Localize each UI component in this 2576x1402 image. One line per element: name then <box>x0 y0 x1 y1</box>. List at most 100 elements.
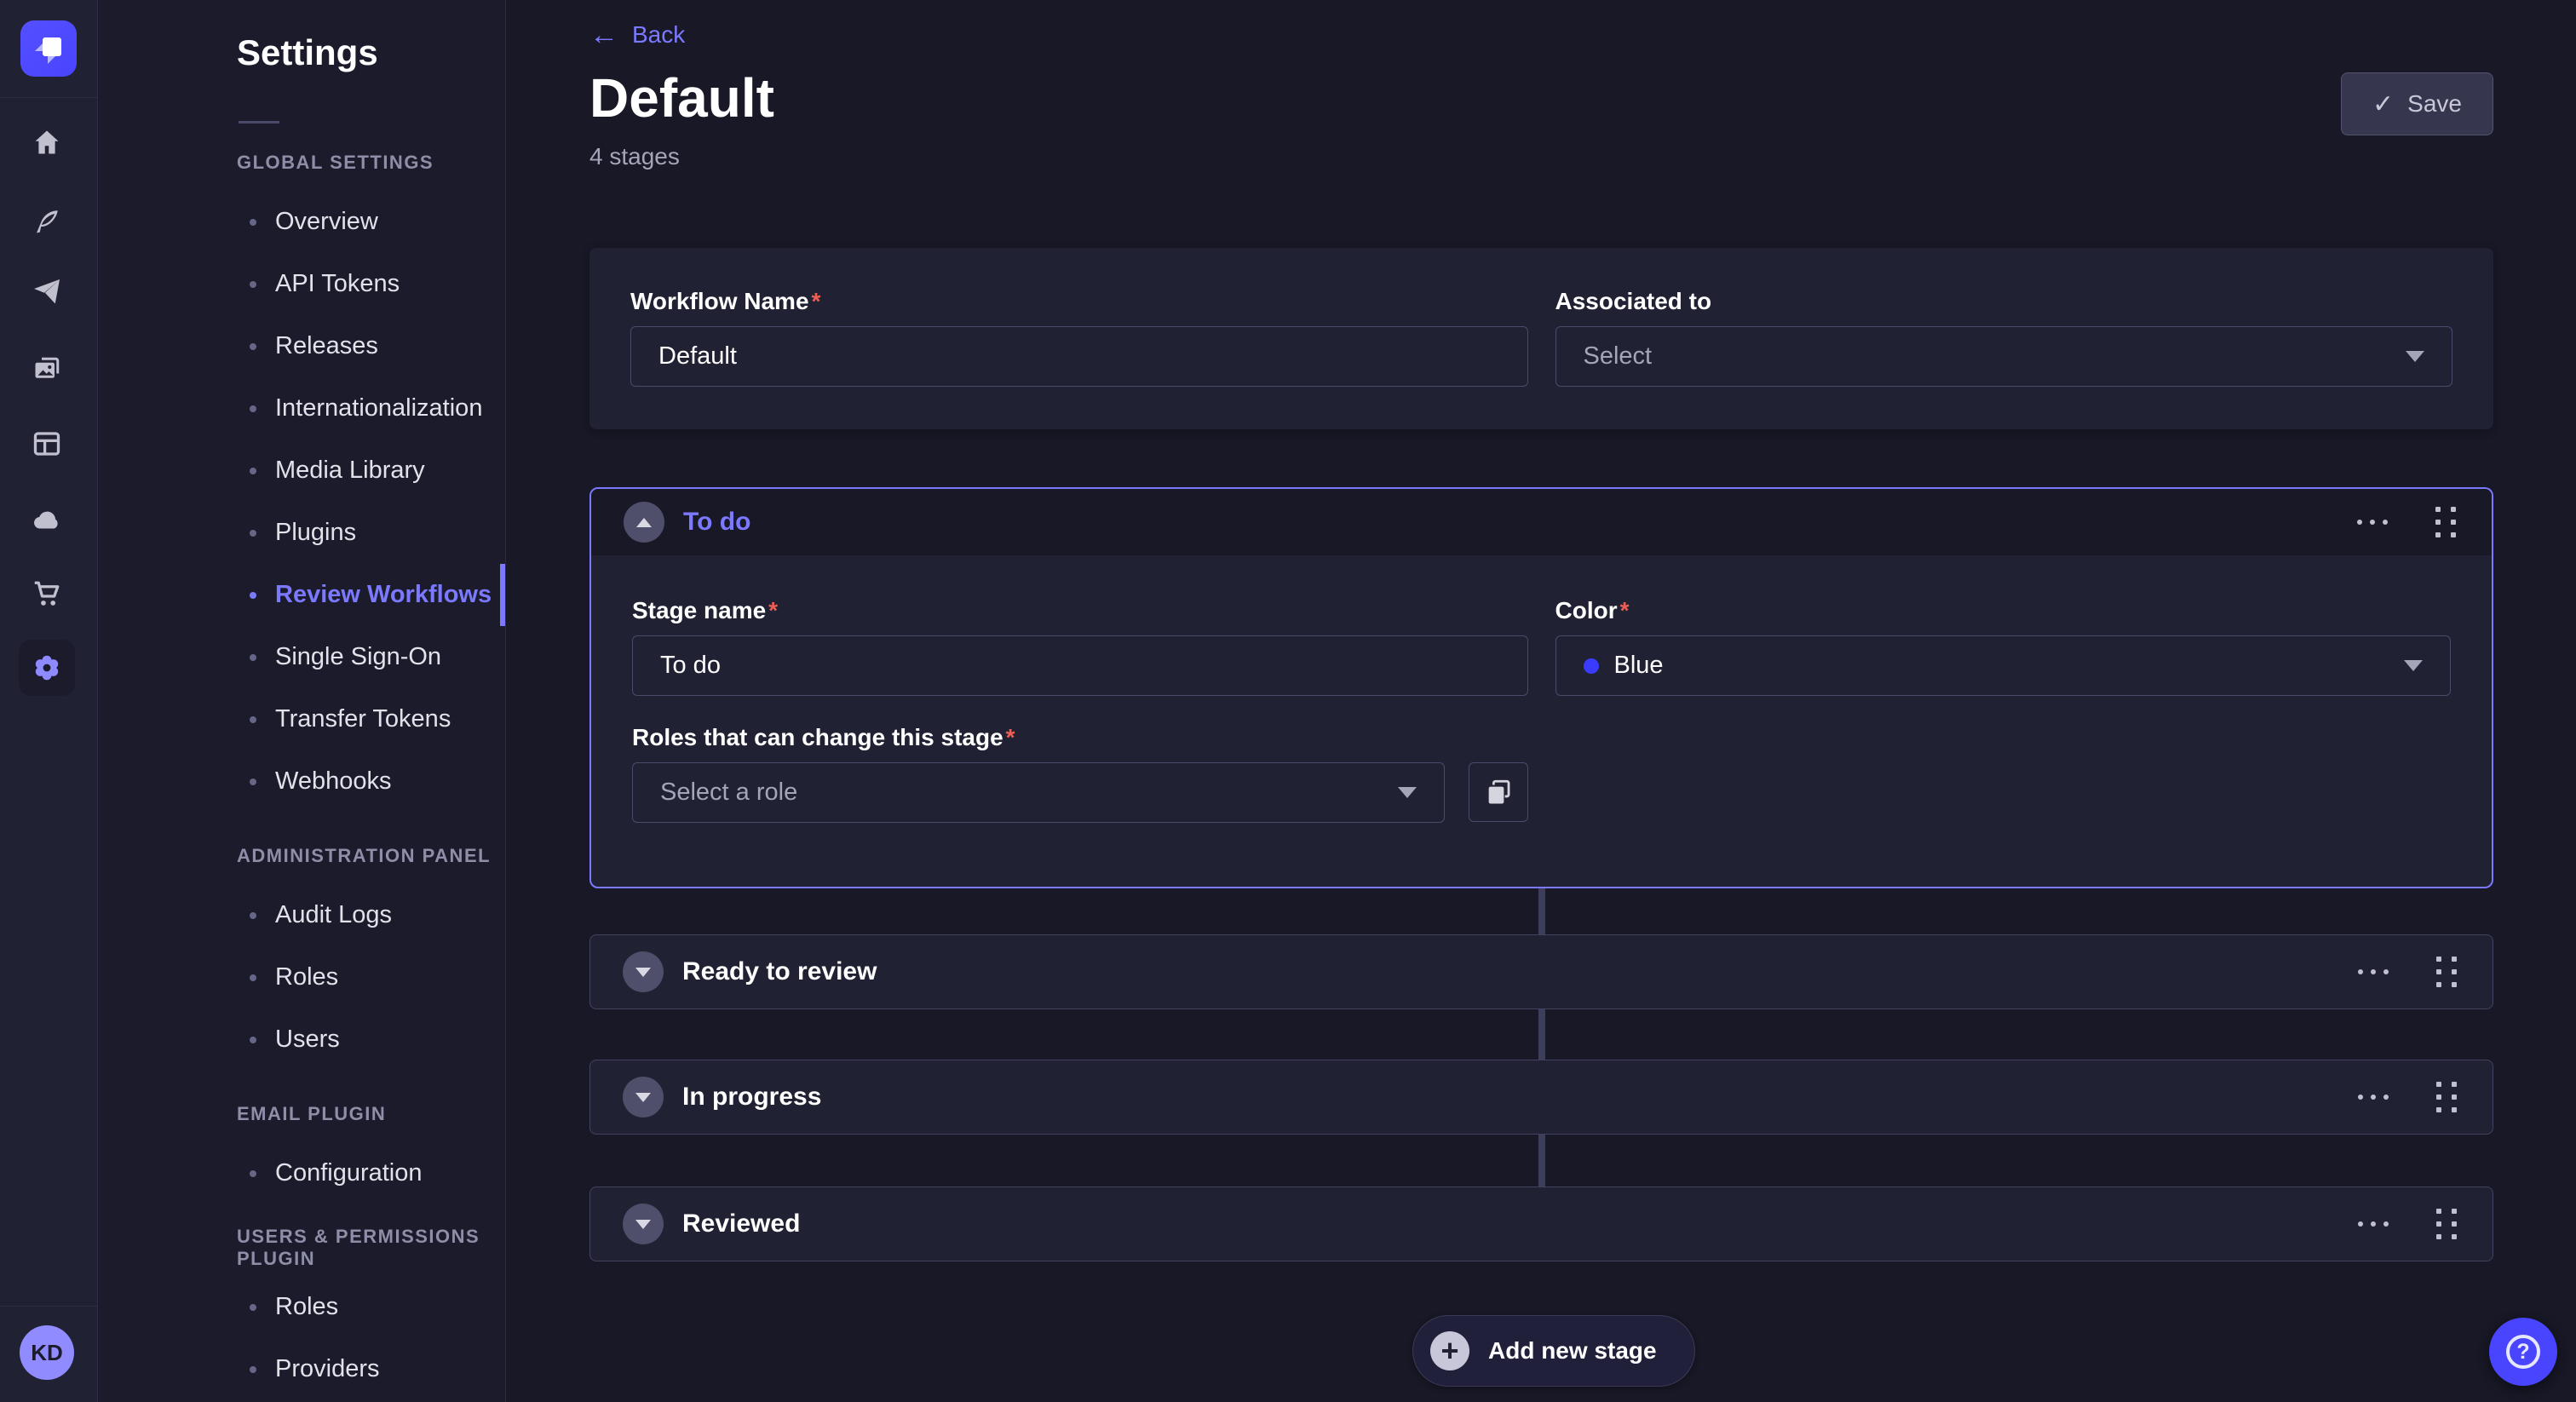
paper-plane-icon <box>32 277 62 307</box>
more-options-icon[interactable] <box>2352 514 2393 530</box>
stage-name-label: Stage name <box>632 596 766 625</box>
bullet-icon <box>250 530 256 537</box>
subnav-item-label: Review Workflows <box>275 581 492 609</box>
subnav-item-label: Internationalization <box>275 394 482 422</box>
subnav-item-label: Plugins <box>275 519 356 547</box>
user-avatar[interactable]: KD <box>20 1325 74 1380</box>
bullet-icon <box>250 405 256 412</box>
subnav-item-audit-logs[interactable]: Audit Logs <box>98 884 505 946</box>
required-asterisk: * <box>1006 723 1015 752</box>
subnav-item-review-workflows[interactable]: Review Workflows <box>98 564 505 626</box>
cart-icon <box>32 578 62 609</box>
subnav-list: GLOBAL SETTINGS Overview API Tokens Rele… <box>98 135 505 1400</box>
stage-title: In progress <box>682 1083 821 1112</box>
chevron-down-icon <box>2404 660 2423 671</box>
stage-panel-body: Stage name * Color * Blue <box>591 555 2492 823</box>
expand-stage-button[interactable] <box>623 951 664 992</box>
bullet-icon <box>250 1170 256 1177</box>
workflow-name-input[interactable] <box>630 326 1528 387</box>
more-options-icon[interactable] <box>2353 1216 2394 1232</box>
drag-handle-icon[interactable] <box>2433 1205 2460 1243</box>
subnav-item-admin-roles[interactable]: Roles <box>98 946 505 1008</box>
bullet-icon <box>250 468 256 474</box>
back-arrow-icon: ← <box>589 20 618 49</box>
nav-releases[interactable] <box>26 272 67 313</box>
stage-title: Reviewed <box>682 1210 800 1238</box>
page-subtitle: 4 stages <box>589 143 680 170</box>
associated-to-label: Associated to <box>1555 287 1712 316</box>
subnav-item-overview[interactable]: Overview <box>98 191 505 253</box>
stage-color-select[interactable]: Blue <box>1555 635 2452 696</box>
subnav-item-plugins[interactable]: Plugins <box>98 502 505 564</box>
subnav-item-api-tokens[interactable]: API Tokens <box>98 253 505 315</box>
stage-roles-label: Roles that can change this stage <box>632 723 1003 752</box>
subnav-item-label: Releases <box>275 332 378 360</box>
home-icon <box>32 127 62 158</box>
question-mark-icon: ? <box>2506 1335 2540 1369</box>
bullet-icon <box>250 1304 256 1311</box>
subnav-section-heading: ADMINISTRATION PANEL <box>98 828 505 884</box>
collapse-stage-button[interactable] <box>624 502 664 543</box>
nav-content-manager[interactable] <box>26 201 67 242</box>
nav-marketplace[interactable] <box>26 573 67 614</box>
chevron-down-icon <box>1398 787 1417 798</box>
stage-roles-placeholder: Select a role <box>660 779 797 807</box>
more-options-icon[interactable] <box>2353 964 2394 980</box>
bullet-icon <box>250 219 256 226</box>
help-button[interactable]: ? <box>2489 1318 2557 1386</box>
required-asterisk: * <box>812 287 821 316</box>
subnav-item-transfer-tokens[interactable]: Transfer Tokens <box>98 688 505 750</box>
strapi-logo[interactable] <box>20 20 77 77</box>
nav-content-type-builder[interactable] <box>26 423 67 464</box>
subnav-item-label: Transfer Tokens <box>275 705 451 733</box>
drag-handle-icon[interactable] <box>2433 1078 2460 1116</box>
nav-media-library[interactable] <box>26 349 67 390</box>
stage-row-in-progress[interactable]: In progress <box>589 1060 2493 1135</box>
nav-deploy[interactable] <box>26 499 67 540</box>
subnav-item-label: Configuration <box>275 1159 423 1187</box>
stage-row-reviewed[interactable]: Reviewed <box>589 1187 2493 1261</box>
nav-home[interactable] <box>26 122 67 163</box>
stage-name-input[interactable] <box>632 635 1528 696</box>
pictures-icon <box>32 354 62 385</box>
subnav-item-media-library[interactable]: Media Library <box>98 440 505 502</box>
nav-settings[interactable] <box>19 640 75 696</box>
stage-roles-select[interactable]: Select a role <box>632 762 1445 823</box>
save-button[interactable]: ✓ Save <box>2341 72 2493 135</box>
subnav-item-up-roles[interactable]: Roles <box>98 1276 505 1338</box>
cloud-icon <box>32 504 62 535</box>
check-icon: ✓ <box>2372 89 2394 119</box>
stage-roles-field: Roles that can change this stage * Selec… <box>632 723 1528 823</box>
stage-row-ready-to-review[interactable]: Ready to review <box>589 934 2493 1009</box>
stage-color-label: Color <box>1555 596 1618 625</box>
subnav-item-label: API Tokens <box>275 270 400 298</box>
subnav-section-heading: USERS & PERMISSIONS PLUGIN <box>98 1220 505 1276</box>
drag-handle-icon[interactable] <box>2432 503 2459 541</box>
stage-panel-header[interactable]: To do <box>591 489 2492 555</box>
color-swatch-blue <box>1584 658 1599 674</box>
expand-stage-button[interactable] <box>623 1204 664 1244</box>
associated-to-select[interactable]: Select <box>1555 326 2453 387</box>
subnav-item-email-configuration[interactable]: Configuration <box>98 1142 505 1204</box>
rail-divider <box>0 97 97 98</box>
subnav-item-single-sign-on[interactable]: Single Sign-On <box>98 626 505 688</box>
subnav-item-internationalization[interactable]: Internationalization <box>98 377 505 440</box>
subnav-item-admin-users[interactable]: Users <box>98 1008 505 1071</box>
drag-handle-icon[interactable] <box>2433 953 2460 991</box>
required-asterisk: * <box>768 596 778 625</box>
subnav-item-label: Roles <box>275 963 338 991</box>
user-initials: KD <box>31 1340 63 1366</box>
subnav-item-label: Webhooks <box>275 767 392 796</box>
bullet-icon <box>250 779 256 785</box>
workflow-name-field: Workflow Name * <box>630 287 1528 387</box>
add-new-stage-button[interactable]: + Add new stage <box>1412 1315 1695 1387</box>
expand-stage-button[interactable] <box>623 1077 664 1118</box>
bullet-icon <box>250 592 256 599</box>
subnav-item-releases[interactable]: Releases <box>98 315 505 377</box>
apply-roles-to-all-stages-button[interactable] <box>1469 762 1528 822</box>
subnav-item-webhooks[interactable]: Webhooks <box>98 750 505 813</box>
duplicate-icon <box>1484 778 1513 807</box>
subnav-item-up-providers[interactable]: Providers <box>98 1338 505 1400</box>
more-options-icon[interactable] <box>2353 1089 2394 1105</box>
back-link[interactable]: ← Back <box>589 20 685 49</box>
